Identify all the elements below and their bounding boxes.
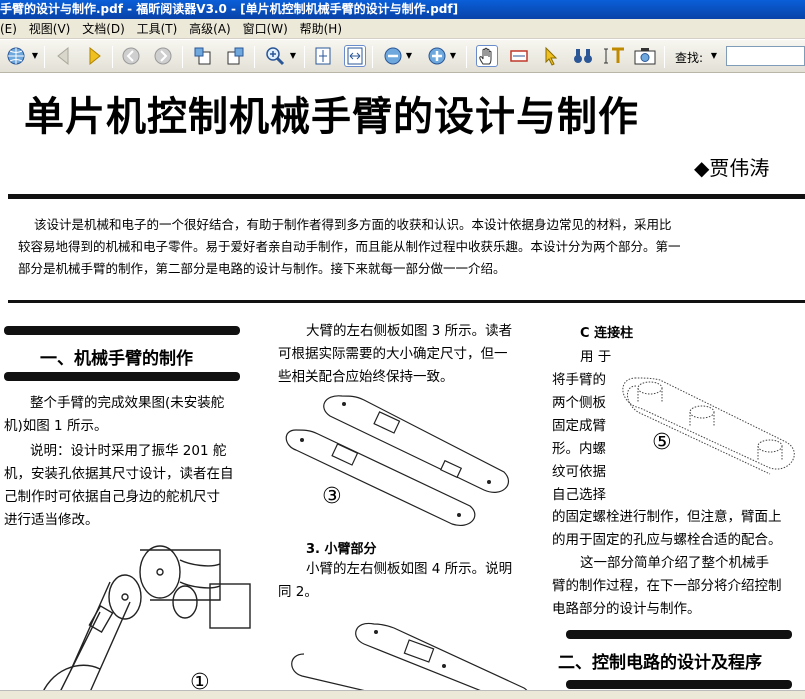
col2-paragraph-1: 大臂的左右侧板如图 3 所示。读者 可根据实际需要的大小确定尺寸，但一 些相关配…	[278, 323, 513, 385]
forward-icon[interactable]	[152, 45, 174, 67]
zoom-in-icon[interactable]	[264, 45, 286, 67]
figure-4-forearm-plates	[291, 622, 531, 699]
find-label: 查找:	[675, 51, 704, 65]
fit-width-icon[interactable]	[344, 45, 366, 67]
abstract-line: 该设计是机械和电子的一个很好结合，有助于制作者得到多方面的收获和认识。本设计依据…	[34, 217, 672, 232]
next-page-icon[interactable]	[84, 45, 106, 67]
rotate-cw-icon[interactable]	[224, 45, 246, 67]
zoom-in-plus-icon[interactable]	[426, 45, 448, 67]
col1-paragraph-2: 说明：设计时采用了振华 201 舵 机，安装孔依据其尺寸设计，读者在自 己制作时…	[4, 443, 234, 528]
window-title-bar: 手臂的设计与制作.pdf - 福昕阅读器V3.0 - [单片机控制机械手臂的设计…	[0, 0, 805, 19]
col3-subheading: C 连接柱	[580, 326, 634, 341]
zoom-out-dropdown-icon[interactable]: ▼	[404, 45, 414, 67]
menu-edit[interactable]: (E)	[0, 22, 17, 36]
section-bar	[566, 680, 792, 689]
fit-page-icon[interactable]	[312, 45, 334, 67]
hand-tool-icon[interactable]	[476, 45, 498, 67]
col3-paragraph-narrow: 用 于 将手臂的 两个侧板 固定成臂 形。内螺 纹可依据 自己选择	[552, 349, 612, 503]
rotate-ccw-icon[interactable]	[192, 45, 214, 67]
abstract-line: 部分是机械手臂的制作，第二部分是电路的设计与制作。接下来就每一部分做一一介绍。	[18, 261, 506, 276]
section-bar	[566, 630, 792, 639]
figure-5-connecting-post	[622, 377, 795, 475]
col1-paragraph-1: 整个手臂的完成效果图(未安装舵 机)如图 1 所示。	[4, 395, 225, 434]
zoom-out-minus-icon[interactable]	[382, 45, 404, 67]
menu-document[interactable]: 文档(D)	[82, 22, 125, 36]
zoom-dropdown-icon[interactable]: ▼	[288, 45, 298, 67]
toolbar: ▼ ▼ ▼ ▼ 查找: ▼	[0, 40, 805, 73]
window-title: 手臂的设计与制作.pdf - 福昕阅读器V3.0 - [单片机控制机械手臂的设计…	[0, 2, 459, 16]
menu-bar: (E) 视图(V) 文档(D) 工具(T) 高级(A) 窗口(W) 帮助(H)	[0, 19, 805, 39]
header-rule	[8, 194, 805, 199]
find-input[interactable]	[726, 46, 805, 66]
globe-icon[interactable]	[2, 45, 30, 67]
col3-paragraph-2: 的固定螺栓进行制作，但注意，臂面上 的用于固定的孔应与螺栓合适的配合。	[552, 509, 782, 548]
article-author: ◆贾伟涛	[694, 156, 770, 180]
section-1-title: 一、机械手臂的制作	[40, 349, 193, 369]
prev-page-icon[interactable]	[52, 45, 74, 67]
dropdown-arrow-icon[interactable]: ▼	[30, 45, 40, 67]
back-icon[interactable]	[120, 45, 142, 67]
zoom-in-dropdown-icon[interactable]: ▼	[448, 45, 458, 67]
col3-paragraph-3: 这一部分简单介绍了整个机械手 臂的制作过程，在下一部分将介绍控制 电路部分的设计…	[552, 555, 782, 617]
col2-paragraph-2: 小臂的左右侧板如图 4 所示。说明 同 2。	[278, 561, 513, 600]
figure-1-robot-arm	[39, 545, 251, 699]
select-arrow-icon[interactable]	[540, 45, 562, 67]
document-page[interactable]: 单片机控制机械手臂的设计与制作 ◆贾伟涛 该设计是机械和电子的一个很好结合，有助…	[0, 74, 805, 699]
col2-subheading: 3. 小臂部分	[306, 542, 377, 557]
section-2-title: 二、控制电路的设计及程序	[558, 653, 762, 673]
menu-advanced[interactable]: 高级(A)	[189, 22, 231, 36]
horizontal-scrollbar[interactable]	[0, 690, 805, 699]
article-title: 单片机控制机械手臂的设计与制作	[24, 94, 639, 140]
figure-3-label: ③	[322, 484, 342, 509]
abstract: 该设计是机械和电子的一个很好结合，有助于制作者得到多方面的收获和认识。本设计依据…	[18, 214, 788, 280]
menu-help[interactable]: 帮助(H)	[300, 22, 342, 36]
section-bar	[4, 326, 240, 335]
find-options-dropdown-icon[interactable]: ▼	[708, 45, 720, 67]
abstract-rule	[8, 300, 805, 303]
menu-tools[interactable]: 工具(T)	[137, 22, 178, 36]
abstract-line: 较容易地得到的机械和电子零件。易于爱好者亲自动手制作，而且能从制作过程中收获乐趣…	[18, 239, 681, 254]
camera-icon[interactable]	[634, 45, 656, 67]
figure-5-label: ⑤	[652, 430, 672, 455]
menu-window[interactable]: 窗口(W)	[243, 22, 288, 36]
text-select-icon[interactable]	[604, 45, 626, 67]
binoculars-icon[interactable]	[572, 45, 594, 67]
snapshot-icon[interactable]	[508, 45, 530, 67]
menu-view[interactable]: 视图(V)	[29, 22, 71, 36]
section-bar	[4, 372, 240, 381]
